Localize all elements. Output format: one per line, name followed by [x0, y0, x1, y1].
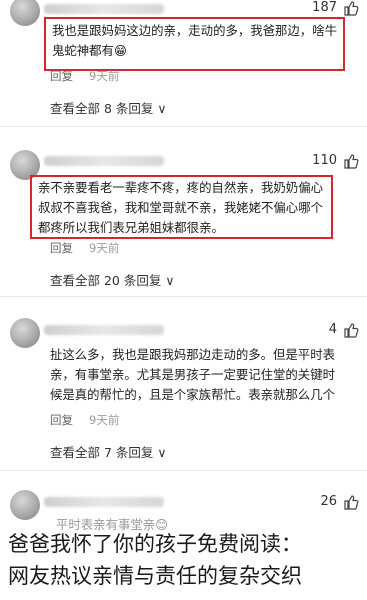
thumb-up-icon[interactable] [343, 153, 359, 169]
timestamp: 9天前 [89, 413, 120, 427]
like-count: 187 [312, 0, 337, 15]
caption-line-2: 网友热议亲情与责任的复杂交织 [8, 564, 302, 588]
caption-line-1: 爸爸我怀了你的孩子免费阅读： [8, 532, 302, 556]
comment-text: 亲不亲要看老一辈疼不疼，疼的自然亲，我奶奶偏心叔叔不喜我爸，我和堂哥就不亲，我姥… [30, 175, 333, 239]
reply-link[interactable]: 回复 [50, 241, 73, 255]
divider [0, 126, 367, 127]
comment-meta: 回复 9天前 [50, 240, 119, 256]
thumb-up-icon[interactable] [343, 0, 359, 16]
view-all-replies[interactable]: 查看全部 7 条回复 ∨ [50, 442, 167, 461]
view-all-replies[interactable]: 查看全部 8 条回复 ∨ [50, 98, 167, 117]
thumb-up-icon[interactable] [343, 494, 359, 510]
view-all-replies[interactable]: 查看全部 20 条回复 ∨ [50, 270, 174, 289]
timestamp: 9天前 [89, 241, 120, 255]
timestamp: 9天前 [89, 69, 120, 83]
divider [0, 296, 367, 297]
divider [0, 470, 367, 471]
like-count: 26 [320, 494, 337, 509]
username-blurred[interactable] [44, 156, 164, 166]
comment-text: 我也是跟妈妈这边的亲，走动的多，我爸那边，啥牛鬼蛇神都有😁 [44, 17, 345, 71]
username-blurred[interactable] [44, 325, 164, 335]
comment-text: 扯这么多，我也是跟我妈那边走动的多。但是平时表亲，有事堂亲。尤其是男孩子一定要记… [50, 347, 335, 402]
like-count: 4 [328, 322, 337, 337]
avatar[interactable] [10, 0, 40, 26]
avatar[interactable] [10, 318, 40, 348]
avatar[interactable] [10, 490, 40, 520]
username-blurred[interactable] [44, 4, 164, 14]
reply-link[interactable]: 回复 [50, 413, 73, 427]
reply-link[interactable]: 回复 [50, 69, 73, 83]
comment-meta: 回复 9天前 [50, 68, 119, 84]
article-caption: 爸爸我怀了你的孩子免费阅读： 网友热议亲情与责任的复杂交织 [8, 528, 361, 592]
username-blurred[interactable] [44, 497, 164, 507]
like-count: 110 [312, 153, 337, 168]
comment-meta: 回复 9天前 [50, 412, 119, 428]
thumb-up-icon[interactable] [343, 322, 359, 338]
